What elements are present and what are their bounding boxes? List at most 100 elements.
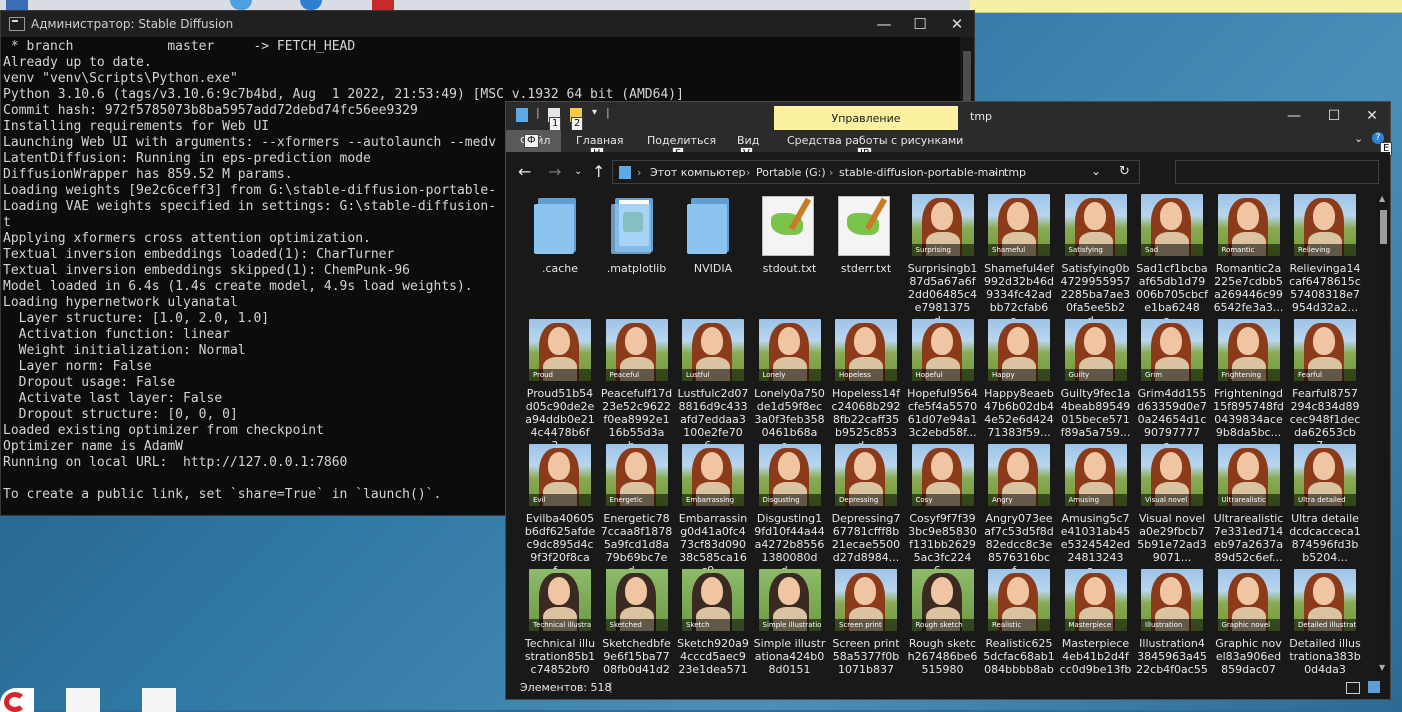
file-item[interactable]: stdout.txt (754, 194, 826, 316)
file-item[interactable]: Relieving Relievinga14caf6478615c57408318… (1289, 194, 1361, 316)
breadcrumb-folder[interactable]: stable-diffusion-portable-main (839, 166, 1005, 179)
keytip-1: 1 (549, 117, 562, 131)
text-file-desktop-icon[interactable] (142, 688, 176, 712)
file-item[interactable]: Realistic Realistic6255dcfac68ab1084bbbb8… (983, 569, 1055, 674)
back-arrow-icon[interactable]: ← (518, 162, 531, 181)
file-item[interactable]: Amusing Amusing5c7e41031ab45e5324542ed248… (1060, 444, 1132, 577)
file-item[interactable]: stderr.txt (830, 194, 902, 316)
file-item[interactable]: Frightening Frighteningd15f895748fd043983… (1213, 319, 1285, 441)
file-item[interactable]: Visual novel Visual novela0e29fbcb75b91e7… (1136, 444, 1208, 566)
sticky-note-window[interactable] (970, 0, 1402, 13)
thumbnail-caption: Sketch (682, 619, 744, 631)
tab-view[interactable]: Вид (737, 134, 759, 147)
recent-locations-icon[interactable]: ⌄ (574, 166, 582, 177)
desktop-app-icon[interactable] (0, 688, 34, 712)
file-item[interactable]: Guilty Guilty9fec1a4beab89549015bece571f8… (1060, 319, 1132, 441)
details-view-icon[interactable] (1346, 682, 1360, 694)
file-name: Peacefulf17d23e52c9622f0ea8992e116b55d3a… (600, 387, 673, 452)
minimize-button[interactable]: — (865, 11, 903, 37)
file-item[interactable]: Screen print Screen print58a5377f0b1071b8… (830, 569, 902, 674)
thumbnail-caption: Illustration (1141, 619, 1203, 631)
thumbnail-caption: Shameful (988, 244, 1050, 256)
file-name: Detailed illustrationa383b0d4da3 (1289, 637, 1361, 674)
tab-home[interactable]: Главная (576, 134, 624, 147)
file-item[interactable]: Rough sketch Rough sketch267486be6515980 (907, 569, 979, 674)
file-item[interactable]: Angry Angry073eeaf7c53d5f8d82edcc8c3e8576… (983, 444, 1055, 577)
file-item[interactable]: Satisfying Satisfying0b47299559572285ba7a… (1060, 194, 1132, 327)
breadcrumb-this-pc[interactable]: Этот компьютер (650, 166, 746, 179)
close-button[interactable]: ✕ (938, 11, 976, 37)
file-item[interactable]: Lonely Lonely0a750de1d59f8ec3a0f3feb35804… (754, 319, 826, 452)
file-item[interactable]: NVIDIA (677, 194, 749, 316)
refresh-icon[interactable]: ↻ (1119, 164, 1130, 179)
text-file-desktop-icon[interactable] (66, 688, 100, 712)
file-item[interactable]: Embarrassing Embarrassing0d41a0fc473cf83d… (677, 444, 749, 577)
file-item[interactable]: Simple illustration Simple illustrationa4… (754, 569, 826, 674)
address-bar[interactable]: › Этот компьютер › Portable (G:) › stabl… (612, 160, 1140, 184)
file-item[interactable]: Technical illustration Technical illustra… (524, 569, 596, 674)
customize-qa-icon[interactable]: ▾ (592, 107, 597, 118)
file-item[interactable]: Detailed illustration Detailed illustrati… (1289, 569, 1361, 674)
file-item[interactable]: Romantic Romantic2a225e7cdbb5a269446c9965… (1213, 194, 1285, 316)
maximize-button[interactable]: ☐ (1314, 102, 1354, 130)
maximize-button[interactable]: ☐ (901, 11, 939, 37)
scroll-up-icon[interactable]: ▲ (1379, 194, 1385, 203)
file-item[interactable]: Energetic Energetic787ccaa8f18785a9fcd1d8… (601, 444, 673, 577)
breadcrumb-drive[interactable]: Portable (G:) (756, 166, 826, 179)
file-item[interactable]: Cosy Cosyf9f7f393bc9e85830f131bb26295ac3f… (907, 444, 979, 577)
desktop-icon-partial[interactable] (6, 0, 28, 10)
minimize-button[interactable]: — (1274, 102, 1314, 130)
file-name: Guilty9fec1a4beab89549015bece571f89a5a75… (1060, 387, 1131, 439)
file-item[interactable]: Hopeless Hopeless14fc24068b2928fb22caff35… (830, 319, 902, 452)
desktop-icon-partial[interactable] (300, 0, 322, 10)
up-arrow-icon[interactable]: ↑ (592, 162, 605, 181)
file-name: Disgusting19fd10f44a44a4272b85561380080d… (754, 512, 825, 577)
manage-tab[interactable]: Управление (774, 106, 958, 130)
file-list-scroll-thumb[interactable] (1380, 210, 1387, 244)
file-list-scrollbar[interactable]: ▲ ▼ (1376, 192, 1390, 674)
thumbnail-caption: Technical illustration (529, 619, 591, 631)
file-item[interactable]: Happy Happy8eaeb47b6b02db44e52e6d42471383… (983, 319, 1055, 441)
file-item[interactable]: Ultrarealistic Ultrarealistic7e331ed714eb… (1213, 444, 1285, 566)
ribbon-expand-icon[interactable]: ⌄ (1354, 132, 1363, 145)
file-item[interactable]: Evil Evilba40605b6df625afdec9dc895d4c9f3f… (524, 444, 596, 577)
file-name: Grim4dd155d63359d0e70a24654d1c90797777a.… (1137, 387, 1207, 452)
tab-share[interactable]: Поделиться (647, 134, 716, 147)
file-item[interactable]: Shameful Shameful4ef992d32b46d9334fc42adb… (983, 194, 1055, 327)
file-item[interactable]: Depressing Depressing767781cfff8b21ecae55… (830, 444, 902, 566)
close-button[interactable]: ✕ (1352, 102, 1392, 130)
file-item[interactable]: .cache (524, 194, 596, 316)
tab-picture-tools[interactable]: Средства работы с рисунками (787, 134, 963, 147)
file-item[interactable]: .matplotlib (601, 194, 673, 316)
file-item[interactable]: Proud Proud51b54d05c90de2ea94ddb0e214c447… (524, 319, 596, 452)
file-item[interactable]: Lustful Lustfulc2d078816d9c433afd7eddaa31… (677, 319, 749, 452)
forward-arrow-icon[interactable]: → (548, 162, 561, 181)
file-name: Masterpiece4eb41b2d4fcc0d9be13fbc0 (1059, 637, 1132, 674)
file-item[interactable]: Sketch Sketch920a94cccd5aec923e1dea571b (677, 569, 749, 674)
file-list[interactable]: .cache .matplotlib NVIDIA stdout.txt stderr.… (506, 192, 1376, 674)
file-item[interactable]: Fearful Fearful8757294c834d89cec948f1decd… (1289, 319, 1361, 452)
file-item[interactable]: Grim Grim4dd155d63359d0e70a24654d1c907977… (1136, 319, 1208, 452)
explorer-titlebar[interactable]: | 1 2 ▾ | Управление tmp — ☐ ✕ (506, 102, 1392, 131)
console-titlebar[interactable]: Администратор: Stable Diffusion — ☐ ✕ (1, 11, 974, 37)
scroll-down-icon[interactable]: ▼ (1379, 663, 1385, 672)
file-item[interactable]: Disgusting Disgusting19fd10f44a44a4272b85… (754, 444, 826, 577)
file-item[interactable]: Graphic novel Graphic novel83a906ed859dac… (1213, 569, 1285, 674)
large-icons-view-icon[interactable] (1368, 681, 1380, 693)
desktop-icon-partial[interactable] (230, 0, 252, 10)
explorer-window[interactable]: | 1 2 ▾ | Управление tmp — ☐ ✕ Файл Ф Гл… (505, 101, 1393, 700)
breadcrumb-current[interactable]: tmp (1004, 166, 1026, 179)
file-item[interactable]: Masterpiece Masterpiece4eb41b2d4fcc0d9be1… (1060, 569, 1132, 674)
search-input[interactable] (1175, 160, 1379, 184)
file-item[interactable]: Sketched Sketchedbfe9e6f15ba7708fb0d41d2e… (601, 569, 673, 674)
file-item[interactable]: Illustration Illustration43845963a4522cb4… (1136, 569, 1208, 674)
file-item[interactable]: Surprising Surprisingb187d5a67a6f2dd06485… (907, 194, 979, 327)
console-app-icon (9, 17, 25, 31)
address-dropdown-icon[interactable]: ⌄ (1091, 164, 1101, 178)
desktop-icon-partial[interactable] (372, 0, 394, 10)
file-item[interactable]: Ultra detailed Ultra detailedcdcacceca187… (1289, 444, 1361, 566)
tab-file[interactable]: Файл Ф (506, 130, 561, 152)
file-item[interactable]: Peaceful Peacefulf17d23e52c9622f0ea8992e1… (601, 319, 673, 452)
file-item[interactable]: Sad Sad1cf1bcbaaf65db1d79006b705cbcfe1ba6… (1136, 194, 1208, 327)
file-item[interactable]: Hopeful Hopeful9564cfe5f4a557061d07e94a13… (907, 319, 979, 441)
